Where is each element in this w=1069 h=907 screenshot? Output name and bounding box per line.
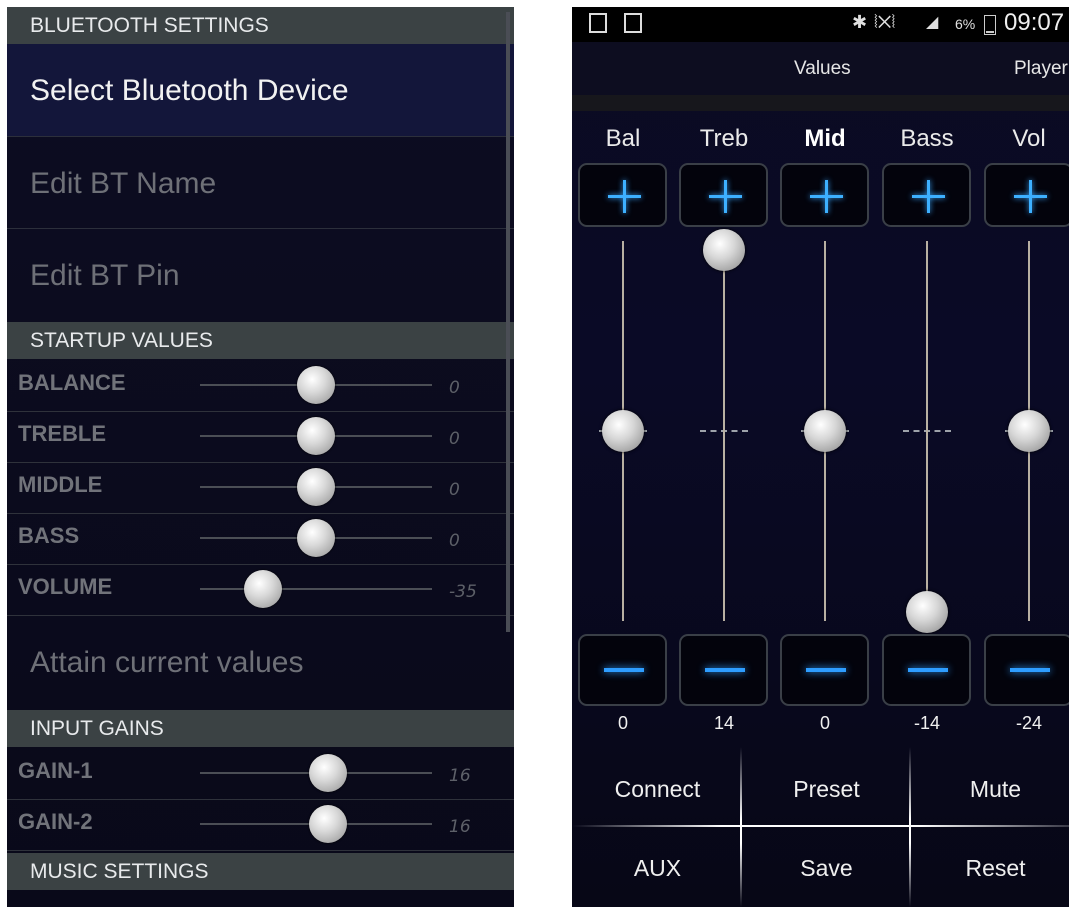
slider-label: VOLUME: [18, 574, 113, 599]
vertical-slider-thumb[interactable]: [1008, 410, 1050, 452]
decrease-button[interactable]: [984, 634, 1069, 706]
status-bar: ✱ ⦚✕⦚ ◢ 6% 09:07: [572, 7, 1069, 42]
equalizer-screen: ✱ ⦚✕⦚ ◢ 6% 09:07 Values Player Bal 0 Treb 1…: [572, 7, 1069, 907]
slider-row-volume: VOLUME -35: [7, 564, 514, 616]
slider-value: 16: [449, 766, 471, 786]
clock: 09:07: [1004, 9, 1065, 36]
input-gains-header: INPUT GAINS: [7, 710, 514, 747]
minus-icon: [806, 668, 846, 672]
slider-value: 16: [449, 817, 471, 837]
decrease-button[interactable]: [780, 634, 869, 706]
slider-thumb[interactable]: [297, 417, 335, 455]
increase-button[interactable]: [679, 163, 768, 227]
tab-player[interactable]: Player: [1014, 58, 1068, 80]
decrease-button[interactable]: [679, 634, 768, 706]
plus-icon: [724, 180, 727, 213]
channel-label-mid: Mid: [804, 125, 846, 152]
minus-icon: [1010, 668, 1050, 672]
channel-label-treb: Treb: [699, 125, 749, 152]
slider-value: 0: [449, 531, 460, 551]
battery-percent: 6%: [955, 16, 976, 32]
vertical-slider-track[interactable]: [926, 241, 928, 621]
plus-icon: [623, 180, 626, 213]
slider-value: 0: [449, 429, 460, 449]
music-settings-header: MUSIC SETTINGS: [7, 853, 514, 890]
increase-button[interactable]: [578, 163, 667, 227]
startup-values-header: STARTUP VALUES: [7, 322, 514, 359]
slider-thumb[interactable]: [297, 366, 335, 404]
tab-bar: Values Player: [572, 42, 1069, 103]
mute-button[interactable]: Mute: [913, 750, 1069, 828]
slider-label: TREBLE: [18, 421, 106, 446]
minus-icon: [705, 668, 745, 672]
channel-value: -14: [913, 713, 940, 733]
slider-label: MIDDLE: [18, 472, 103, 497]
slider-label: GAIN-2: [18, 809, 93, 834]
slider-thumb[interactable]: [243, 570, 282, 608]
decrease-button[interactable]: [578, 634, 667, 706]
signal-icon: ◢: [926, 14, 939, 31]
channel-label-vol: Vol: [1012, 125, 1046, 152]
gallery-icon: [624, 13, 642, 33]
slider-label: GAIN-1: [18, 758, 93, 783]
vertical-slider-thumb[interactable]: [602, 410, 644, 452]
slider-value: 0: [449, 480, 460, 500]
slider-thumb[interactable]: [297, 468, 335, 506]
slider-thumb[interactable]: [308, 805, 347, 843]
channel-label-bass: Bass: [900, 125, 954, 152]
slider-value: -35: [449, 582, 477, 602]
minus-icon: [908, 668, 948, 672]
tab-values[interactable]: Values: [794, 58, 851, 80]
settings-screen: BLUETOOTH SETTINGS Select Bluetooth Devi…: [7, 7, 514, 907]
vertical-slider-track[interactable]: [723, 241, 725, 621]
button-grid-divider: [909, 747, 911, 907]
slider-row-gain-1: GAIN-1 16: [7, 748, 514, 800]
increase-button[interactable]: [780, 163, 869, 227]
channel-value: -24: [1015, 713, 1042, 733]
aux-button[interactable]: AUX: [575, 829, 740, 907]
reset-button[interactable]: Reset: [913, 829, 1069, 907]
plus-icon: [825, 180, 828, 213]
slider-thumb[interactable]: [308, 754, 347, 792]
plus-icon: [927, 180, 930, 213]
scrollbar[interactable]: [506, 12, 510, 632]
edit-bt-name-item[interactable]: Edit BT Name: [7, 138, 514, 229]
decrease-button[interactable]: [882, 634, 971, 706]
channel-label-bal: Bal: [605, 125, 641, 152]
preset-button[interactable]: Preset: [744, 750, 909, 828]
bluetooth-settings-header: BLUETOOTH SETTINGS: [7, 7, 514, 44]
screenshot-icon: [589, 13, 607, 33]
slider-label: BALANCE: [18, 370, 126, 395]
slider-row-bass: BASS 0: [7, 513, 514, 565]
vertical-slider-thumb[interactable]: [906, 591, 948, 633]
tab-bar-shadow: [572, 95, 1069, 111]
edit-bt-pin-item[interactable]: Edit BT Pin: [7, 230, 514, 321]
connect-button[interactable]: Connect: [575, 750, 740, 828]
increase-button[interactable]: [984, 163, 1069, 227]
slider-value: 0: [449, 378, 460, 398]
channel-value: 14: [713, 713, 735, 733]
attain-current-values-item[interactable]: Attain current values: [7, 616, 514, 709]
vertical-slider-thumb[interactable]: [703, 229, 745, 271]
battery-icon: [984, 15, 996, 35]
slider-row-gain-2: GAIN-2 16: [7, 799, 514, 851]
vibrate-icon: ⦚✕⦚: [874, 12, 896, 32]
increase-button[interactable]: [882, 163, 971, 227]
slider-row-middle: MIDDLE 0: [7, 462, 514, 514]
vertical-slider-thumb[interactable]: [804, 410, 846, 452]
slider-row-balance: BALANCE 0: [7, 360, 514, 412]
slider-label: BASS: [18, 523, 80, 548]
channel-value: 0: [617, 713, 628, 733]
channel-value: 0: [819, 713, 830, 733]
save-button[interactable]: Save: [744, 829, 909, 907]
minus-icon: [604, 668, 644, 672]
slider-track[interactable]: [200, 588, 432, 590]
button-grid-divider: [572, 825, 1069, 827]
slider-thumb[interactable]: [297, 519, 335, 557]
bluetooth-icon: ✱: [852, 12, 868, 32]
plus-icon: [1029, 180, 1032, 213]
select-bluetooth-device-item[interactable]: Select Bluetooth Device: [7, 44, 514, 137]
slider-row-treble: TREBLE 0: [7, 411, 514, 463]
button-grid-divider: [740, 747, 742, 907]
